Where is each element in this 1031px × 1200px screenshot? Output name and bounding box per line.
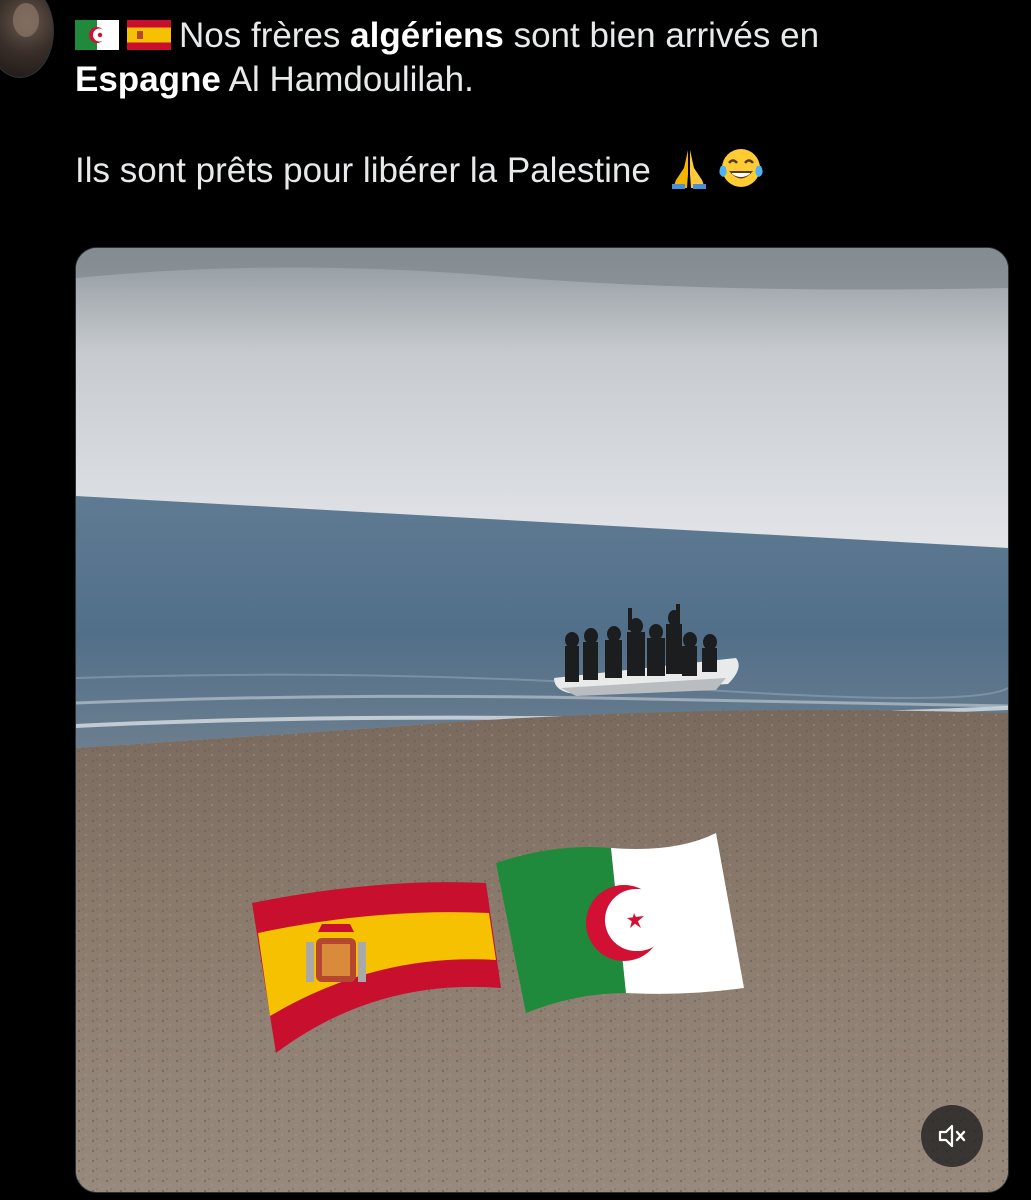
algeria-flag-emoji — [496, 833, 744, 1013]
video-frame — [76, 248, 1008, 1192]
tweet-line2-post: Al Hamdoulilah. — [220, 60, 474, 99]
tears-of-joy-icon — [718, 149, 763, 187]
tweet-paragraph-2: Ils sont prêts pour libérer la Palestine — [75, 146, 1015, 193]
avatar-face — [13, 3, 39, 37]
spain-flag-icon — [127, 20, 171, 50]
tweet-text: Nos frères algériens sont bien arrivés e… — [75, 14, 1015, 193]
tweet-video[interactable] — [75, 247, 1009, 1193]
tweet-line1-pre: Nos frères — [179, 16, 351, 55]
algeria-flag-icon — [75, 20, 119, 50]
tweet-line2-bold: Espagne — [75, 60, 221, 99]
folded-hands-icon — [671, 150, 706, 189]
tweet-paragraph-1: Nos frères algériens sont bien arrivés e… — [75, 14, 1015, 102]
tweet-line1-post: sont bien arrivés en — [503, 16, 820, 55]
avatar[interactable] — [0, 0, 54, 78]
sky — [76, 248, 1008, 548]
tweet-line1-bold: algériens — [350, 16, 504, 55]
tweet-line3: Ils sont prêts pour libérer la Palestine — [75, 151, 651, 190]
mute-button[interactable] — [921, 1105, 983, 1167]
speaker-muted-icon — [938, 1124, 966, 1148]
